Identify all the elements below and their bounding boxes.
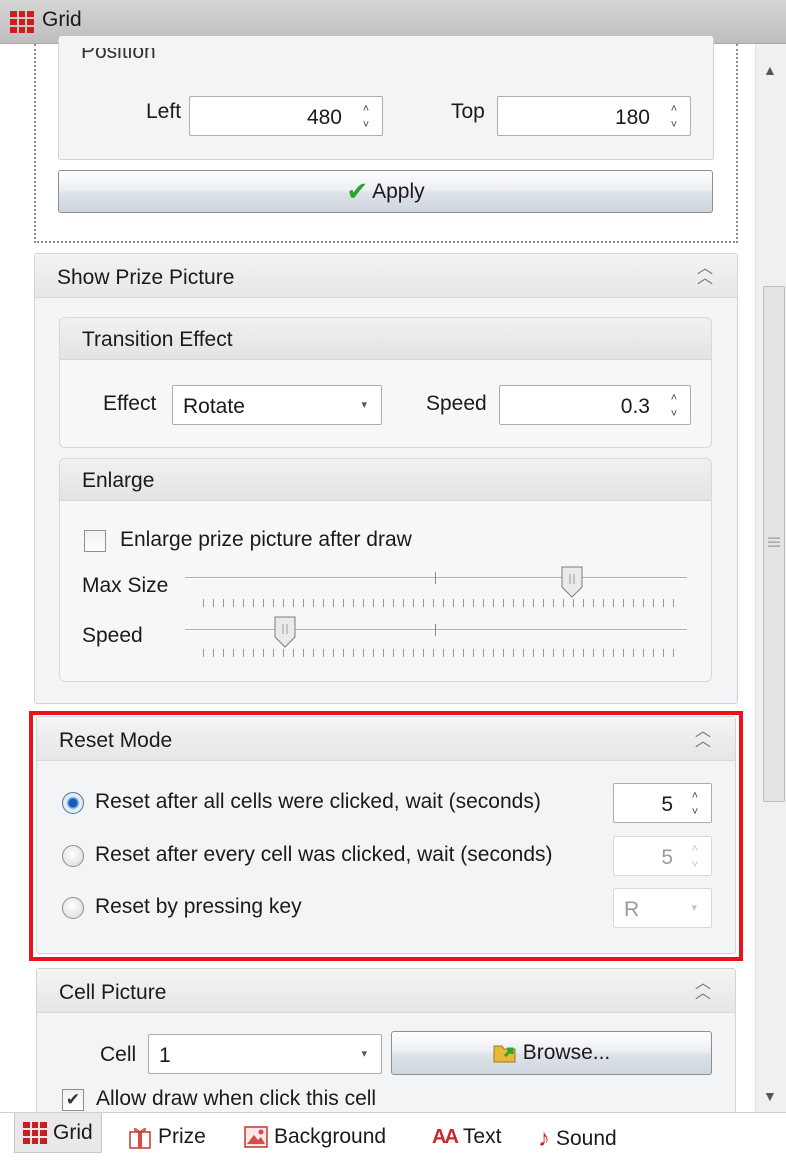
enlarge-header: Enlarge (82, 469, 155, 492)
music-note-icon: ♪ (538, 1125, 550, 1152)
grid-icon (23, 1121, 47, 1144)
max-size-slider[interactable] (185, 566, 687, 607)
enlarge-speed-slider[interactable] (185, 616, 687, 657)
left-label: Left (146, 100, 182, 123)
speed-value: 0.3 (620, 395, 650, 418)
scroll-down-arrow-icon[interactable]: ▼ (763, 1088, 777, 1104)
cell-label: Cell (100, 1043, 137, 1066)
show-prize-picture-title: Show Prize Picture (57, 266, 235, 289)
top-spinner[interactable]: 180 ˄ ˅ (497, 96, 691, 136)
effect-label: Effect (103, 392, 157, 415)
slider-thumb[interactable] (561, 566, 583, 598)
top-value: 180 (614, 106, 650, 129)
transition-effect-panel: Transition Effect (59, 317, 712, 448)
apply-label: Apply (372, 179, 425, 203)
spinner-arrows-icon[interactable]: ˄ ˅ (664, 101, 684, 133)
position-header: Position (81, 40, 156, 63)
tab-background-label: Background (274, 1125, 387, 1148)
browse-label: Browse... (522, 1041, 611, 1064)
spinner-arrows-icon[interactable]: ˄ ˅ (356, 101, 376, 133)
tab-text[interactable]: AA Text (432, 1125, 501, 1149)
image-icon (244, 1126, 268, 1148)
window-title: Grid (42, 8, 82, 31)
tab-background[interactable]: Background (244, 1125, 386, 1149)
bottom-tab-bar: Grid Prize Background AA Text ♪ Sound (0, 1112, 786, 1162)
transition-effect-header: Transition Effect (82, 328, 233, 351)
tab-grid[interactable]: Grid (14, 1113, 102, 1153)
left-spinner[interactable]: 480 ˄ ˅ (189, 96, 383, 136)
allow-draw-checkbox[interactable]: ✔ (62, 1089, 84, 1111)
scroll-grip-icon: — — — (768, 530, 780, 552)
effect-combobox[interactable]: Rotate ▾ (172, 385, 382, 425)
collapse-icon[interactable]: ︿ ︿ (695, 976, 711, 1002)
cell-value: 1 (159, 1044, 171, 1067)
browse-button[interactable]: Browse... (391, 1031, 712, 1075)
scroll-up-arrow-icon[interactable]: ▲ (763, 62, 777, 78)
effect-value: Rotate (183, 395, 245, 418)
left-value: 480 (306, 106, 342, 129)
speed-label: Speed (426, 392, 487, 415)
tab-prize[interactable]: Prize (128, 1125, 206, 1149)
slider-thumb[interactable] (274, 616, 296, 648)
dropdown-arrow-icon[interactable]: ▾ (361, 1047, 367, 1060)
show-prize-picture-header[interactable]: Show Prize Picture ︿ ︿ (35, 254, 737, 298)
gift-icon (129, 1128, 151, 1149)
enlarge-checkbox-label: Enlarge prize picture after draw (120, 528, 412, 551)
cell-picture-header[interactable]: Cell Picture ︿ ︿ (37, 969, 735, 1013)
speed-spinner[interactable]: 0.3 ˄ ˅ (499, 385, 691, 425)
grid-icon (10, 11, 34, 33)
collapse-icon[interactable]: ︿ ︿ (697, 261, 713, 287)
top-label: Top (451, 100, 485, 123)
max-size-label: Max Size (82, 574, 169, 597)
tab-sound-label: Sound (556, 1127, 617, 1150)
tab-sound[interactable]: ♪ Sound (538, 1125, 617, 1153)
dropdown-arrow-icon[interactable]: ▾ (361, 398, 367, 411)
allow-draw-label: Allow draw when click this cell (96, 1087, 377, 1110)
tab-prize-label: Prize (158, 1125, 206, 1148)
highlight-box (29, 711, 743, 961)
enlarge-speed-label: Speed (82, 624, 143, 647)
checkmark-icon: ✔ (346, 176, 369, 206)
enlarge-checkbox[interactable] (84, 530, 106, 552)
spinner-arrows-icon[interactable]: ˄ ˅ (664, 390, 684, 422)
cell-picture-title: Cell Picture (59, 981, 167, 1004)
text-icon: AA (432, 1125, 459, 1148)
tab-grid-label: Grid (53, 1120, 93, 1144)
cell-combobox[interactable]: 1 ▾ (148, 1034, 382, 1074)
tab-text-label: Text (462, 1125, 502, 1148)
apply-button[interactable]: ✔ Apply (58, 170, 713, 213)
folder-open-icon (493, 1045, 516, 1063)
